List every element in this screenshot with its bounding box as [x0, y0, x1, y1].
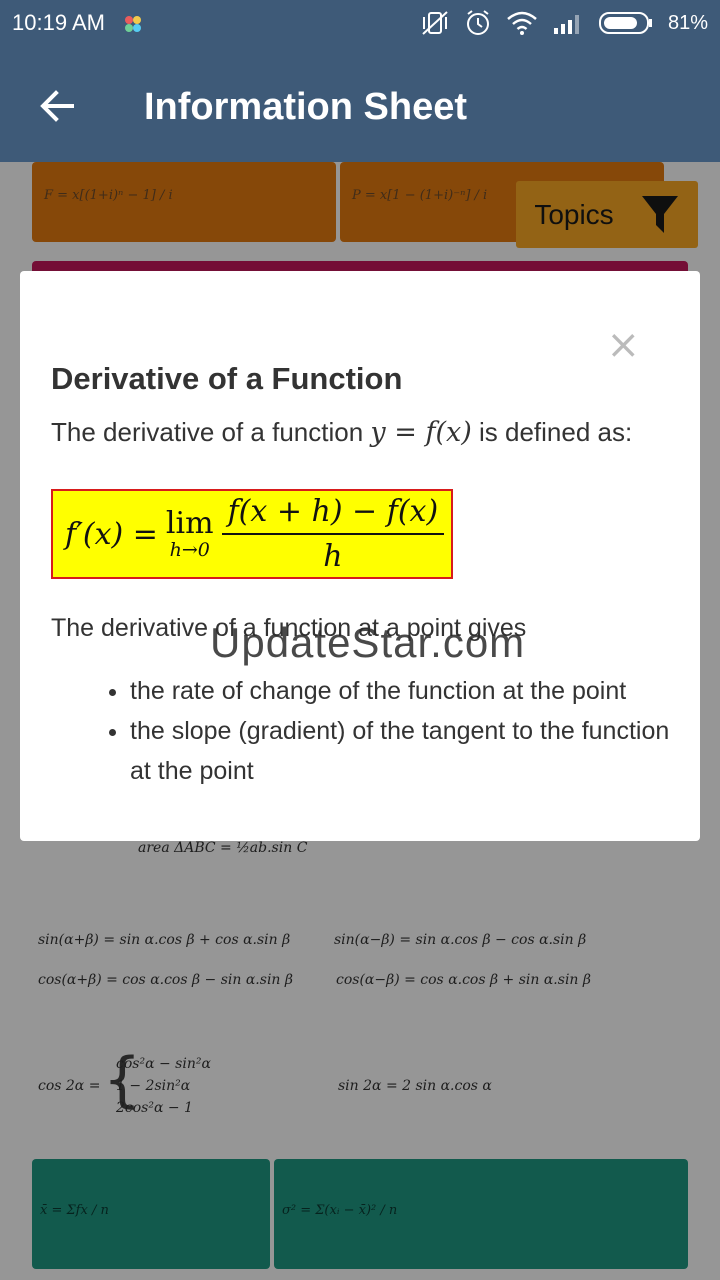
- bullet-list: the rate of change of the function at th…: [98, 671, 690, 791]
- dialog-heading: Derivative of a Function: [51, 361, 403, 396]
- list-item: the rate of change of the function at th…: [130, 671, 690, 711]
- battery-percent: 81%: [667, 11, 708, 34]
- limit-operator: lim h→0: [165, 505, 214, 561]
- app-notification-icon: [125, 16, 141, 32]
- difference-quotient: f(x + h) − f(x) h: [221, 494, 445, 574]
- wifi-icon: [507, 11, 537, 35]
- app-bar: Information Sheet: [0, 50, 720, 162]
- back-arrow-icon[interactable]: [34, 83, 80, 129]
- battery-icon: [598, 12, 652, 34]
- list-item: the slope (gradient) of the tangent to t…: [130, 711, 690, 791]
- definition-lhs: f′(x) =: [65, 516, 158, 552]
- limit-label: lim: [165, 505, 214, 541]
- status-time: 10:19 AM: [12, 10, 105, 35]
- intro-text-before: The derivative of a function: [51, 417, 364, 447]
- quotient-numerator: f(x + h) − f(x): [221, 494, 445, 535]
- derivative-definition-box: f′(x) = lim h→0 f(x + h) − f(x) h: [51, 489, 453, 579]
- intro-text-after: is defined as:: [479, 417, 633, 447]
- alarm-icon: [466, 10, 489, 35]
- status-bar: 10:19 AM 81%: [0, 0, 720, 50]
- quotient-denominator: h: [323, 539, 343, 574]
- mute-vibrate-icon: [422, 11, 448, 35]
- signal-icon: [553, 15, 579, 34]
- close-icon[interactable]: ×: [606, 325, 640, 365]
- intro-math: y = f(x): [370, 417, 472, 448]
- limit-subscript: h→0: [169, 538, 210, 561]
- watermark: UpdateStar.com: [210, 619, 526, 666]
- info-dialog: × Derivative of a Function The derivativ…: [20, 271, 700, 841]
- page-title: Information Sheet: [144, 86, 468, 128]
- dialog-intro: The derivative of a function y = f(x) is…: [51, 417, 632, 448]
